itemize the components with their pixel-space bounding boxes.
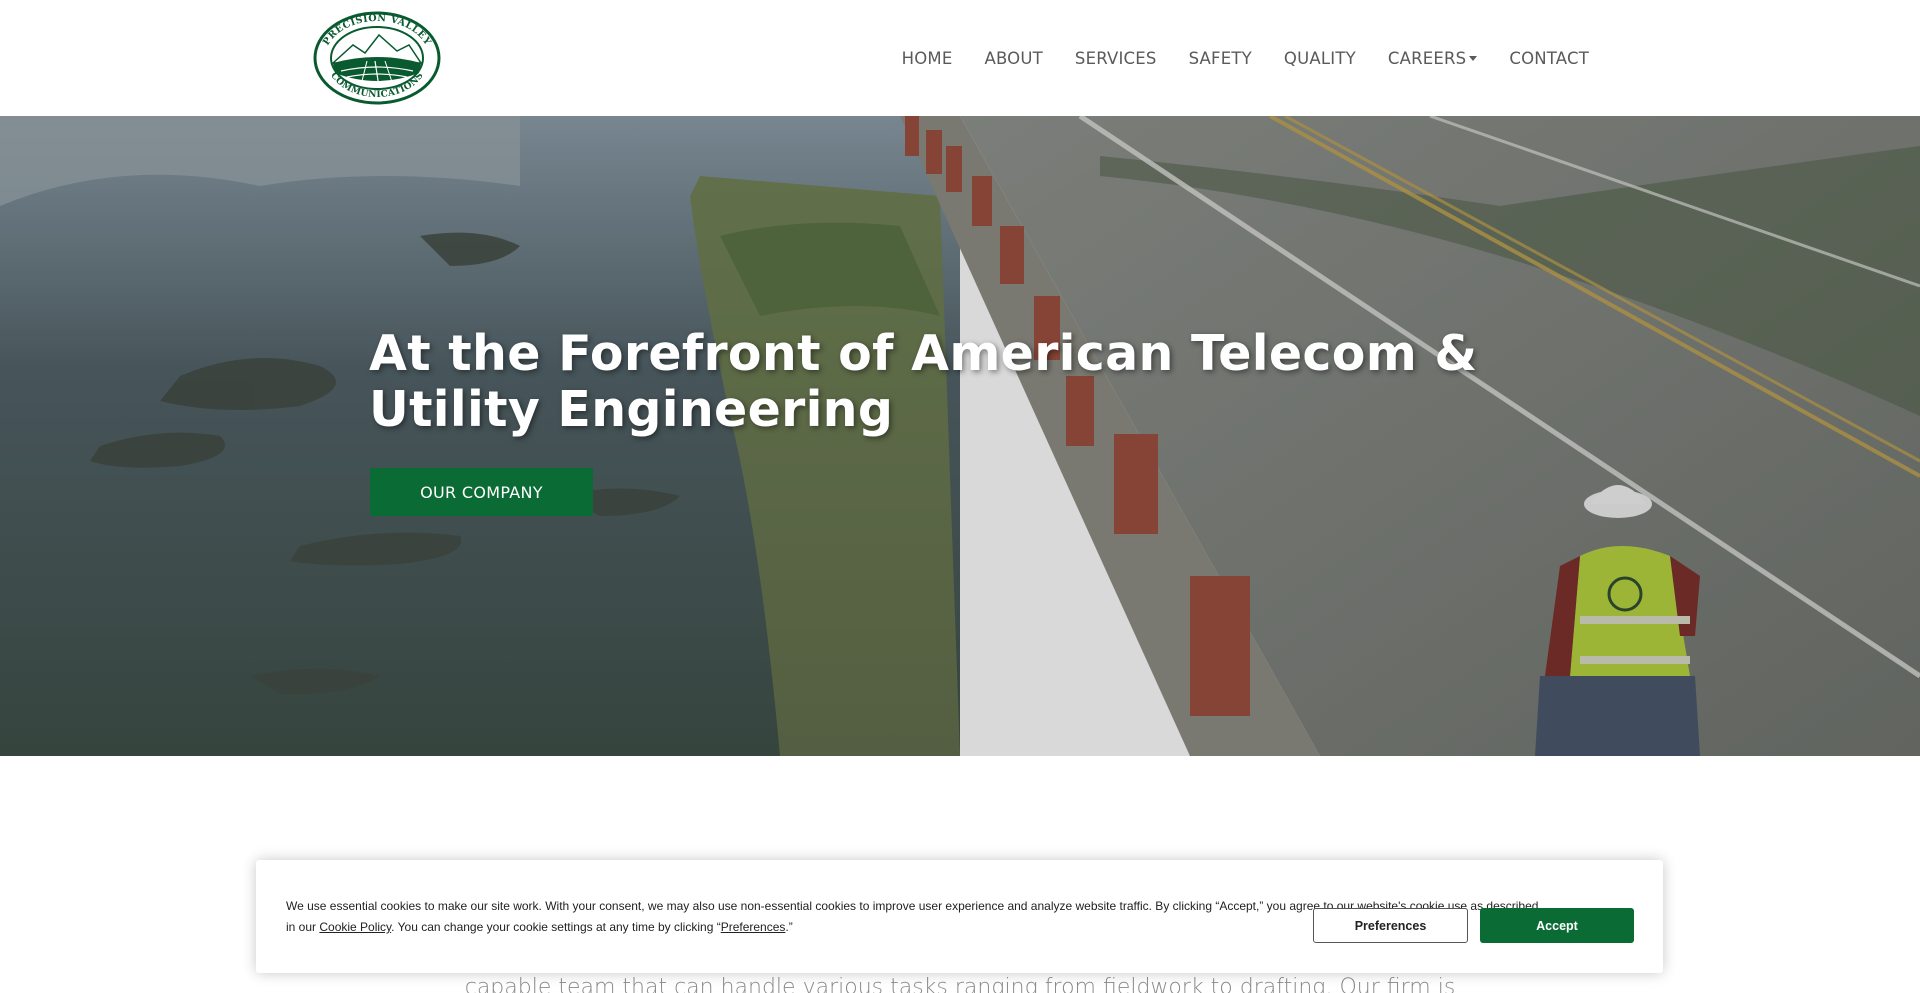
nav-safety-label: SAFETY <box>1188 48 1252 68</box>
nav-home-label: HOME <box>901 48 953 68</box>
cookie-consent-banner: We use essential cookies to make our sit… <box>256 860 1663 973</box>
hero-title: At the Forefront of American Telecom & U… <box>369 325 1478 438</box>
nav-about[interactable]: ABOUT <box>984 49 1042 68</box>
nav-safety[interactable]: SAFETY <box>1189 49 1252 68</box>
cookie-text-part3: .” <box>785 920 793 934</box>
accept-button-label: Accept <box>1536 918 1578 933</box>
cookie-text-part2: . You can change your cookie settings at… <box>391 920 721 934</box>
caret-down-icon <box>1469 56 1478 61</box>
hero-banner: At the Forefront of American Telecom & U… <box>0 116 1920 756</box>
nav-careers-dropdown[interactable]: CAREERS <box>1387 48 1478 68</box>
nav-contact-label: CONTACT <box>1509 48 1589 68</box>
nav-services-label: SERVICES <box>1074 48 1157 68</box>
company-logo[interactable]: PRECISION VALLEY COMMUNICATIONS <box>313 11 441 105</box>
accept-button[interactable]: Accept <box>1480 908 1634 943</box>
preferences-link[interactable]: Preferences <box>721 920 786 934</box>
logo-emblem-icon: PRECISION VALLEY COMMUNICATIONS <box>313 11 441 105</box>
nav-quality-label: QUALITY <box>1283 48 1356 68</box>
nav-careers-label: CAREERS <box>1387 48 1467 68</box>
site-header: PRECISION VALLEY COMMUNICATIONS HOME ABO… <box>0 0 1920 116</box>
nav-about-label: ABOUT <box>984 48 1043 68</box>
cookie-policy-link[interactable]: Cookie Policy <box>319 920 391 934</box>
nav-contact[interactable]: CONTACT <box>1509 49 1589 68</box>
nav-home[interactable]: HOME <box>902 49 953 68</box>
our-company-button[interactable]: OUR COMPANY <box>370 468 593 516</box>
intro-paragraph: capable team that can handle various tas… <box>464 975 1456 993</box>
preferences-button[interactable]: Preferences <box>1313 908 1468 943</box>
nav-services[interactable]: SERVICES <box>1075 49 1157 68</box>
main-nav: HOME ABOUT SERVICES SAFETY QUALITY CAREE… <box>902 0 1589 116</box>
our-company-button-label: OUR COMPANY <box>420 482 543 502</box>
preferences-button-label: Preferences <box>1354 918 1427 933</box>
nav-quality[interactable]: QUALITY <box>1284 49 1356 68</box>
